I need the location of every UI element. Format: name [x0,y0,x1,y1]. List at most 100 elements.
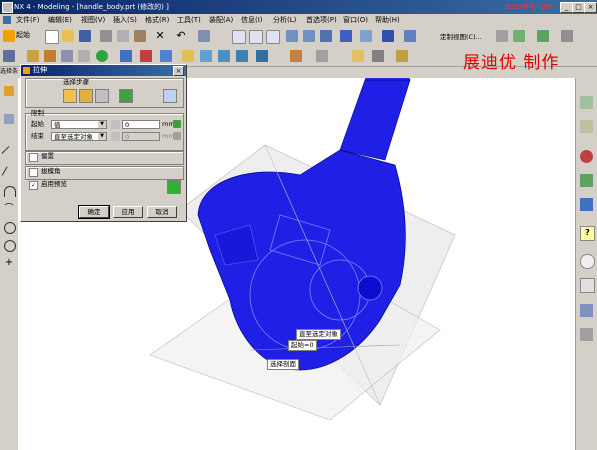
polyline-icon[interactable] [1,166,17,181]
draft-icon[interactable] [218,50,230,62]
snap-point-icon[interactable] [4,114,14,124]
revolve-icon[interactable] [44,50,56,62]
curve-icon[interactable] [290,50,302,62]
pan-icon[interactable] [286,30,298,42]
open-folder-icon[interactable] [62,30,74,42]
menu-tools[interactable]: 工具(T) [177,15,201,25]
start-value-label[interactable]: 起始=0 [288,340,317,351]
apply-button[interactable]: 应用 [113,206,143,218]
save-icon[interactable] [79,30,91,42]
ok-button[interactable]: 确定 [78,205,110,219]
undo-icon[interactable]: ↶ [175,30,187,42]
fillet-icon[interactable]: ⌒ [4,204,14,214]
close-icon[interactable]: × [584,2,597,13]
dialog-titlebar[interactable]: 拉伸 × [21,65,186,76]
menu-help[interactable]: 帮助(H) [375,15,400,25]
sweep-icon[interactable] [61,50,73,62]
datum-plane-icon[interactable] [352,50,364,62]
arc-icon[interactable] [4,186,16,197]
extrude-icon[interactable] [27,50,39,62]
custom-view-button[interactable]: 定制视图(C)... [440,31,482,41]
wcs-icon[interactable] [537,30,549,42]
shell-icon[interactable] [200,50,212,62]
perspective-icon[interactable] [320,30,332,42]
select-icon[interactable] [4,86,14,96]
show-result-icon[interactable] [167,180,181,194]
unite-icon[interactable] [96,50,108,62]
point-icon[interactable] [396,50,408,62]
copy-icon[interactable] [117,30,129,42]
zoom-icon[interactable] [266,30,280,44]
subtract-icon[interactable] [120,50,132,62]
zoom-window-icon[interactable] [249,30,263,44]
assembly-navigator-icon[interactable] [580,96,593,109]
view-orientation-icon[interactable] [404,30,416,42]
sketch-icon[interactable] [3,50,15,62]
circle-center-icon[interactable] [4,240,16,252]
clock-icon[interactable] [580,254,595,269]
delete-icon[interactable]: ✕ [154,30,166,42]
end-menu-icon[interactable] [173,132,181,140]
menu-view[interactable]: 视图(V) [81,15,105,25]
shaded-icon[interactable] [340,30,352,42]
end-value-field[interactable]: 0 [122,132,160,141]
process-icon[interactable] [580,304,593,317]
preview-checkbox[interactable]: ✓ [29,181,38,190]
start-button-label[interactable]: 起始 [16,30,30,40]
menu-window[interactable]: 窗口(O) [343,15,368,25]
line-icon[interactable] [1,146,17,161]
start-menu-icon[interactable] [173,120,181,128]
datum-axis-icon[interactable] [372,50,384,62]
vector-step-icon[interactable] [95,89,109,103]
start-icon[interactable] [3,30,15,42]
menu-file[interactable]: 文件(F) [16,15,40,25]
dialog-close-icon[interactable]: × [173,66,184,76]
direction-step-icon[interactable] [79,89,93,103]
offset-checkbox[interactable] [29,153,38,162]
intersect-icon[interactable] [140,50,152,62]
roles-icon[interactable] [580,198,593,211]
orient-view-icon[interactable] [360,30,372,42]
end-option-select[interactable]: 直至选定对象 ▼ [51,132,107,141]
start-value-field[interactable]: 0 [122,120,160,129]
draft-checkbox[interactable] [29,168,38,177]
menu-assembly[interactable]: 装配(A) [209,15,233,25]
web-icon[interactable] [580,278,595,293]
pattern-icon[interactable] [236,50,248,62]
rotate-icon[interactable] [303,30,315,42]
menu-preferences[interactable]: 首选项(P) [306,15,337,25]
start-formula-icon[interactable] [111,120,120,129]
blend-icon[interactable] [160,50,172,62]
measure-icon[interactable] [316,50,328,62]
menu-format[interactable]: 格式(R) [145,15,169,25]
start-option-select[interactable]: 值 ▼ [51,120,107,129]
hole-icon[interactable] [78,50,90,62]
until-selected-label[interactable]: 直至选定对象 [296,329,341,340]
save-view-icon[interactable] [496,30,508,42]
circle-icon[interactable] [4,222,16,234]
new-file-icon[interactable] [45,30,59,44]
section-step-icon[interactable] [63,89,77,103]
palette-icon[interactable] [580,174,593,187]
boolean-step-icon[interactable] [119,89,133,103]
system-icon[interactable] [580,328,593,341]
fit-view-icon[interactable] [232,30,246,44]
part-navigator-icon[interactable] [580,120,593,133]
settings-icon[interactable] [561,30,573,42]
paste-icon[interactable] [134,30,146,42]
menu-edit[interactable]: 编辑(E) [48,15,72,25]
cancel-button[interactable]: 取消 [147,206,177,218]
cut-icon[interactable] [100,30,112,42]
select-section-label[interactable]: 选择剖面 [267,359,299,370]
end-formula-icon[interactable] [111,132,120,141]
layer-icon[interactable] [513,30,525,42]
point-snap-icon[interactable]: + [4,258,14,268]
history-icon[interactable] [580,150,593,163]
menu-analysis[interactable]: 分析(L) [273,15,296,25]
chamfer-icon[interactable] [182,50,194,62]
menu-insert[interactable]: 插入(S) [113,15,137,25]
mirror-icon[interactable] [256,50,268,62]
menu-info[interactable]: 信息(I) [241,15,263,25]
render-style-icon[interactable] [382,30,394,42]
reverse-direction-icon[interactable] [163,89,177,103]
